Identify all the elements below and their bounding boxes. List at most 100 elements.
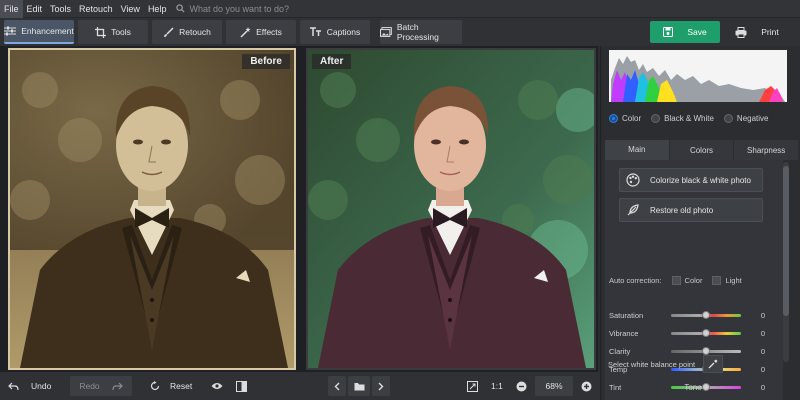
after-image [308,50,594,368]
tone-section-header[interactable]: Tone [604,380,782,396]
fit-to-screen-button[interactable] [467,376,478,396]
text-icon [309,27,321,36]
floppy-disk-icon [663,27,674,37]
tab-colors[interactable]: Colors [669,140,734,160]
temp-value: 0 [760,364,765,374]
panel-scrollbar[interactable] [783,162,789,362]
split-view-icon [236,380,247,392]
undo-button[interactable]: Undo [8,376,51,396]
vibrance-value: 0 [760,328,765,338]
after-label: After [312,54,352,69]
vibrance-label: Vibrance [609,328,639,338]
tab-effects-label: Effects [256,27,282,37]
preview-toggle[interactable] [211,376,223,396]
colorize-label: Colorize black & white photo [650,175,751,185]
tab-tools[interactable]: Tools [78,20,148,44]
feather-icon [627,204,639,216]
white-balance-label: Select white balance point [608,359,696,369]
menu-file[interactable]: File [0,0,23,18]
clarity-slider[interactable] [671,346,741,355]
menu-bar: File Edit Tools Retouch View Help What d… [0,0,800,18]
tab-retouch[interactable]: Retouch [152,20,222,44]
save-button[interactable]: Save [650,21,720,43]
search-icon [176,4,185,13]
previous-photo-button[interactable] [328,376,346,396]
brush-icon [164,26,174,37]
auto-correction-label: Auto correction: [609,276,662,285]
menu-tools[interactable]: Tools [46,0,75,18]
redo-button[interactable]: Redo [70,376,132,396]
histogram-graph [609,50,787,102]
batch-processing-button[interactable]: Batch Processing [380,20,462,44]
photo-canvas[interactable]: Before After [0,46,598,372]
tab-captions[interactable]: Captions [300,20,370,44]
auto-color-checkbox[interactable] [671,276,681,285]
menu-edit[interactable]: Edit [23,0,47,18]
before-photo: Before [8,48,296,370]
tab-retouch-label: Retouch [179,27,211,37]
menu-help[interactable]: Help [144,0,171,18]
bottom-toolbar: Undo Redo Reset 1:1 68% [0,372,600,400]
saturation-slider[interactable] [671,310,741,319]
radio-black-white[interactable] [651,114,661,123]
palette-icon [626,173,640,187]
auto-light-checkbox[interactable] [712,276,722,285]
zoom-level-value: 68% [545,381,563,391]
colorize-button[interactable]: Colorize black & white photo [619,168,763,192]
color-mode-selector: Color Black & White Negative [609,114,779,123]
actual-size-label: 1:1 [491,381,503,391]
save-label: Save [687,27,707,37]
vibrance-slider[interactable] [671,328,741,337]
batch-processing-label: Batch Processing [396,22,439,42]
tab-sharpness[interactable]: Sharpness [734,140,799,160]
saturation-knob[interactable] [702,310,710,319]
after-photo: After [306,48,596,370]
tab-effects[interactable]: Effects [226,20,296,44]
actual-size-button[interactable]: 1:1 [491,376,503,396]
plus-circle-icon [581,381,592,391]
undo-icon [8,382,19,390]
reset-label: Reset [170,381,193,391]
zoom-out-button[interactable] [516,376,527,396]
tab-main[interactable]: Main [605,140,669,160]
reset-icon [150,381,160,391]
sliders-icon [4,26,17,36]
print-button[interactable]: Print [727,21,787,43]
compare-toggle[interactable] [236,376,247,396]
main-toolbar: Enhancement Tools Retouch Effects Captio… [0,18,800,46]
auto-correction-row: Auto correction: Color Light [609,276,742,285]
panel-scrollbar-thumb[interactable] [783,166,789,316]
radio-negative[interactable] [723,114,733,123]
search-input[interactable]: What do you want to do? [189,4,289,14]
chevron-right-icon [378,382,384,390]
restore-label: Restore old photo [650,205,714,215]
radio-color[interactable] [609,114,618,123]
clarity-knob[interactable] [702,346,710,355]
menu-retouch[interactable]: Retouch [75,0,117,18]
tab-enhancement[interactable]: Enhancement [4,20,74,44]
adjustments-panel: Color Black & White Negative Main Colors… [600,46,800,400]
menu-view[interactable]: View [117,0,144,18]
before-label: Before [242,54,290,69]
clarity-value: 0 [760,346,765,356]
zoom-level[interactable]: 68% [535,376,573,396]
minus-circle-icon [516,381,527,391]
radio-black-white-label: Black & White [664,114,714,123]
radio-negative-label: Negative [736,114,769,123]
zoom-in-button[interactable] [581,376,592,396]
search-box[interactable]: What do you want to do? [176,4,289,14]
chevron-left-icon [334,382,340,390]
redo-icon [112,382,123,390]
saturation-slider-row: Saturation 0 [609,309,779,321]
print-label: Print [761,27,779,37]
open-folder-button[interactable] [348,376,370,396]
radio-color-label: Color [622,114,642,123]
vibrance-knob[interactable] [702,328,710,337]
tab-captions-label: Captions [326,27,361,37]
eyedropper-button[interactable] [703,355,724,373]
next-photo-button[interactable] [372,376,390,396]
saturation-value: 0 [760,310,765,320]
reset-button[interactable]: Reset [150,376,192,396]
magic-wand-icon [240,26,251,38]
restore-button[interactable]: Restore old photo [619,198,763,222]
